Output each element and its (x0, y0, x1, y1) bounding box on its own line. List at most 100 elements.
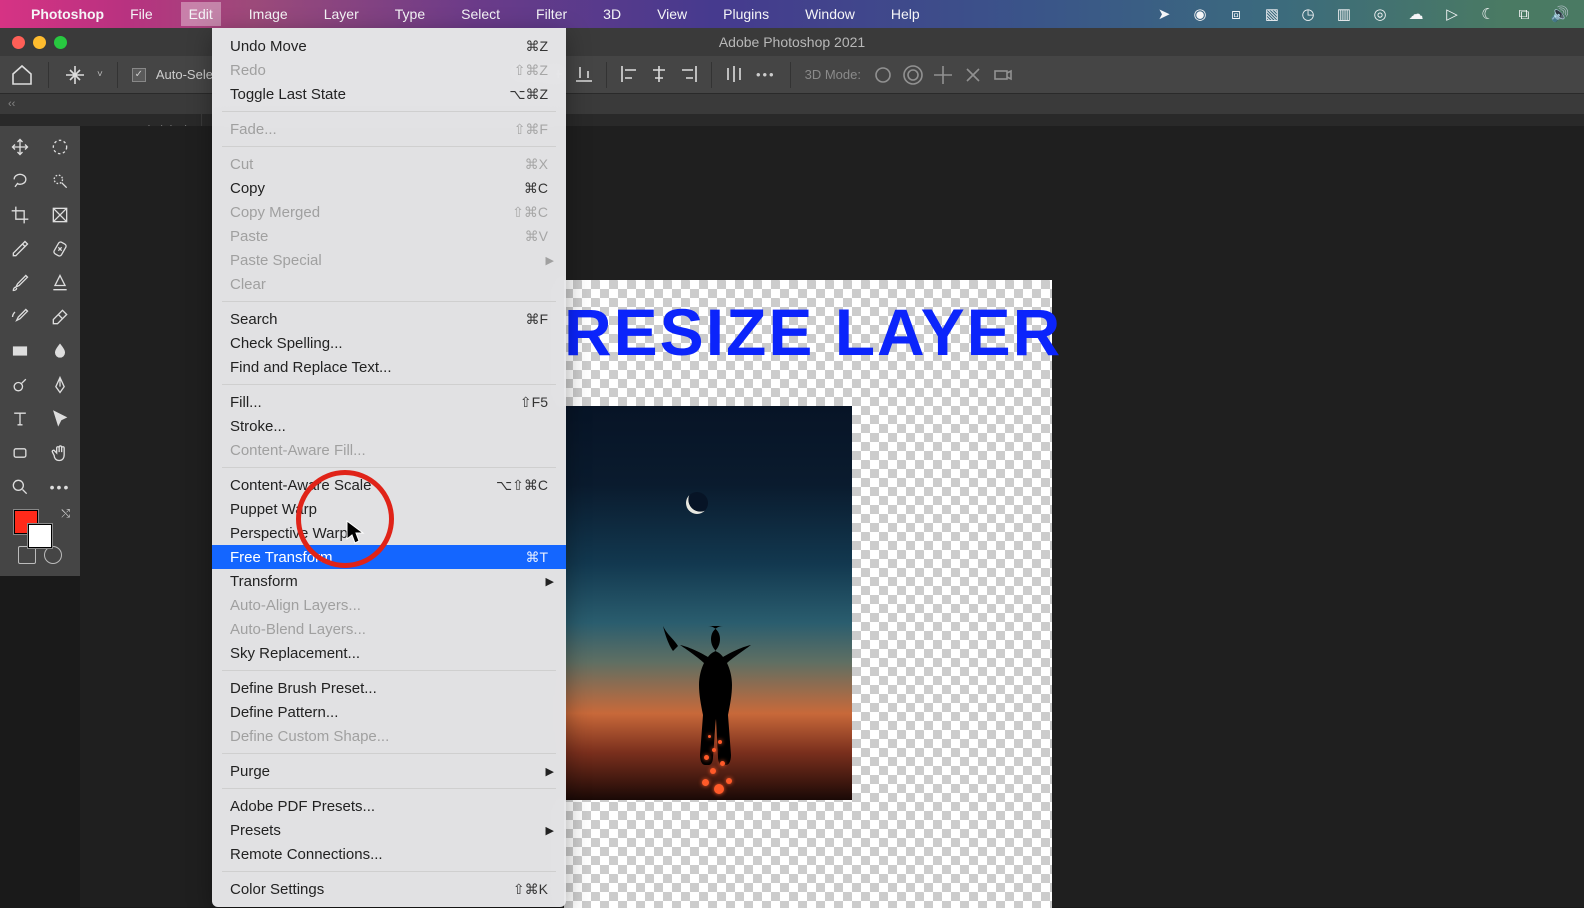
eyedropper-tool[interactable] (0, 232, 40, 266)
menu-plugins[interactable]: Plugins (715, 2, 777, 26)
hand-tool[interactable] (40, 436, 80, 470)
menu-window[interactable]: Window (797, 2, 863, 26)
menu-type[interactable]: Type (387, 2, 433, 26)
close-window-button[interactable] (12, 36, 25, 49)
zoom-window-button[interactable] (54, 36, 67, 49)
play-status-icon[interactable]: ▷ (1443, 5, 1461, 23)
photo-layer[interactable] (564, 406, 852, 800)
marquee-tool[interactable] (40, 130, 80, 164)
3d-camera-icon[interactable] (991, 63, 1015, 87)
menu-edit[interactable]: Edit (181, 2, 221, 26)
zoom-tool[interactable] (0, 470, 40, 504)
lasso-tool[interactable] (0, 164, 40, 198)
app-status-icon[interactable]: ▧ (1263, 5, 1281, 23)
menu-layer[interactable]: Layer (316, 2, 367, 26)
menu-item-color-settings[interactable]: Color Settings⇧⌘K (212, 877, 566, 901)
type-tool[interactable] (0, 402, 40, 436)
crop-tool[interactable] (0, 198, 40, 232)
menu-item-sky-replacement[interactable]: Sky Replacement... (212, 641, 566, 665)
menu-item-undo-move[interactable]: Undo Move⌘Z (212, 34, 566, 58)
menu-item-label: Auto-Blend Layers... (230, 621, 548, 638)
background-color-swatch[interactable] (28, 524, 52, 548)
menu-item-check-spelling[interactable]: Check Spelling... (212, 331, 566, 355)
menu-item-perspective-warp[interactable]: Perspective Warp (212, 521, 566, 545)
menu-image[interactable]: Image (241, 2, 296, 26)
menu-item-puppet-warp[interactable]: Puppet Warp (212, 497, 566, 521)
options-more-icon[interactable]: ••• (756, 67, 776, 82)
volume-status-icon[interactable]: 🔊 (1551, 5, 1569, 23)
menu-help[interactable]: Help (883, 2, 928, 26)
3d-pan-icon[interactable] (931, 63, 955, 87)
3d-orbit-icon[interactable] (871, 63, 895, 87)
menu-item-search[interactable]: Search⌘F (212, 307, 566, 331)
menu-item-presets[interactable]: Presets▶ (212, 818, 566, 842)
clock-status-icon[interactable]: ◷ (1299, 5, 1317, 23)
canvas-text-layer[interactable]: RESIZE LAYER (564, 294, 1052, 370)
tool-preset-icon[interactable] (63, 63, 87, 87)
eye-status-icon[interactable]: ◎ (1371, 5, 1389, 23)
menu-file[interactable]: File (122, 2, 161, 26)
auto-select-checkbox[interactable]: ✓ (132, 68, 146, 82)
edit-menu-dropdown: Undo Move⌘ZRedo⇧⌘ZToggle Last State⌥⌘ZFa… (212, 28, 566, 907)
align-hcenter-icon[interactable] (647, 62, 671, 86)
auto-select-label: Auto-Sele (156, 67, 213, 82)
menu-filter[interactable]: Filter (528, 2, 575, 26)
menu-item-toggle-last-state[interactable]: Toggle Last State⌥⌘Z (212, 82, 566, 106)
3d-roll-icon[interactable] (901, 63, 925, 87)
menu-item-define-brush-preset[interactable]: Define Brush Preset... (212, 676, 566, 700)
healing-tool[interactable] (40, 232, 80, 266)
menu-item-fill[interactable]: Fill...⇧F5 (212, 390, 566, 414)
sync-status-icon[interactable]: ▥ (1335, 5, 1353, 23)
menu-item-define-pattern[interactable]: Define Pattern... (212, 700, 566, 724)
menu-item-transform[interactable]: Transform▶ (212, 569, 566, 593)
distribute-icon[interactable] (722, 62, 746, 86)
menu-view[interactable]: View (649, 2, 695, 26)
align-bottom-icon[interactable] (572, 62, 596, 86)
align-right-icon[interactable] (677, 62, 701, 86)
history-brush-tool[interactable] (0, 300, 40, 334)
submenu-arrow-icon: ▶ (546, 254, 554, 267)
clone-stamp-tool[interactable] (40, 266, 80, 300)
pen-tool[interactable] (40, 368, 80, 402)
menu-item-find-and-replace-text[interactable]: Find and Replace Text... (212, 355, 566, 379)
align-left-icon[interactable] (617, 62, 641, 86)
blur-tool[interactable] (40, 334, 80, 368)
minimize-window-button[interactable] (33, 36, 46, 49)
app-name[interactable]: Photoshop (31, 6, 104, 22)
quick-select-tool[interactable] (40, 164, 80, 198)
3d-slide-icon[interactable] (961, 63, 985, 87)
menu-item-copy[interactable]: Copy⌘C (212, 176, 566, 200)
menu-item-purge[interactable]: Purge▶ (212, 759, 566, 783)
eraser-tool[interactable] (40, 300, 80, 334)
menu-item-label: Search (230, 311, 525, 328)
cursor-status-icon[interactable]: ➤ (1155, 5, 1173, 23)
menu-item-shortcut: ⇧⌘C (512, 204, 548, 221)
control-center-icon[interactable]: ⧉ (1515, 5, 1533, 23)
swap-colors-icon[interactable]: ⤭ (61, 508, 70, 521)
menu-item-adobe-pdf-presets[interactable]: Adobe PDF Presets... (212, 794, 566, 818)
rectangle-tool[interactable] (0, 436, 40, 470)
obs-status-icon[interactable]: ◉ (1191, 5, 1209, 23)
dropbox-status-icon[interactable]: ⧈ (1227, 5, 1245, 23)
menu-item-content-aware-scale[interactable]: Content-Aware Scale⌥⇧⌘C (212, 473, 566, 497)
path-select-tool[interactable] (40, 402, 80, 436)
home-icon[interactable] (10, 63, 34, 87)
menu-select[interactable]: Select (453, 2, 508, 26)
menu-item-remote-connections[interactable]: Remote Connections... (212, 842, 566, 866)
dodge-tool[interactable] (0, 368, 40, 402)
brush-tool[interactable] (0, 266, 40, 300)
menu-3d[interactable]: 3D (595, 2, 629, 26)
move-tool[interactable] (0, 130, 40, 164)
menu-item-shortcut: ⌥⌘Z (509, 86, 548, 103)
moon-status-icon[interactable]: ☾ (1479, 5, 1497, 23)
frame-tool[interactable] (40, 198, 80, 232)
menu-item-stroke[interactable]: Stroke... (212, 414, 566, 438)
menu-item-shortcut: ⌘X (525, 156, 548, 173)
gradient-tool[interactable] (0, 334, 40, 368)
menu-item-free-transform[interactable]: Free Transform⌘T (212, 545, 566, 569)
cloud-status-icon[interactable]: ☁︎ (1407, 5, 1425, 23)
menu-item-label: Check Spelling... (230, 335, 548, 352)
menu-item-auto-blend-layers: Auto-Blend Layers... (212, 617, 566, 641)
edit-toolbar-icon[interactable]: ••• (40, 470, 80, 504)
document-canvas[interactable]: RESIZE LAYER (564, 280, 1052, 908)
